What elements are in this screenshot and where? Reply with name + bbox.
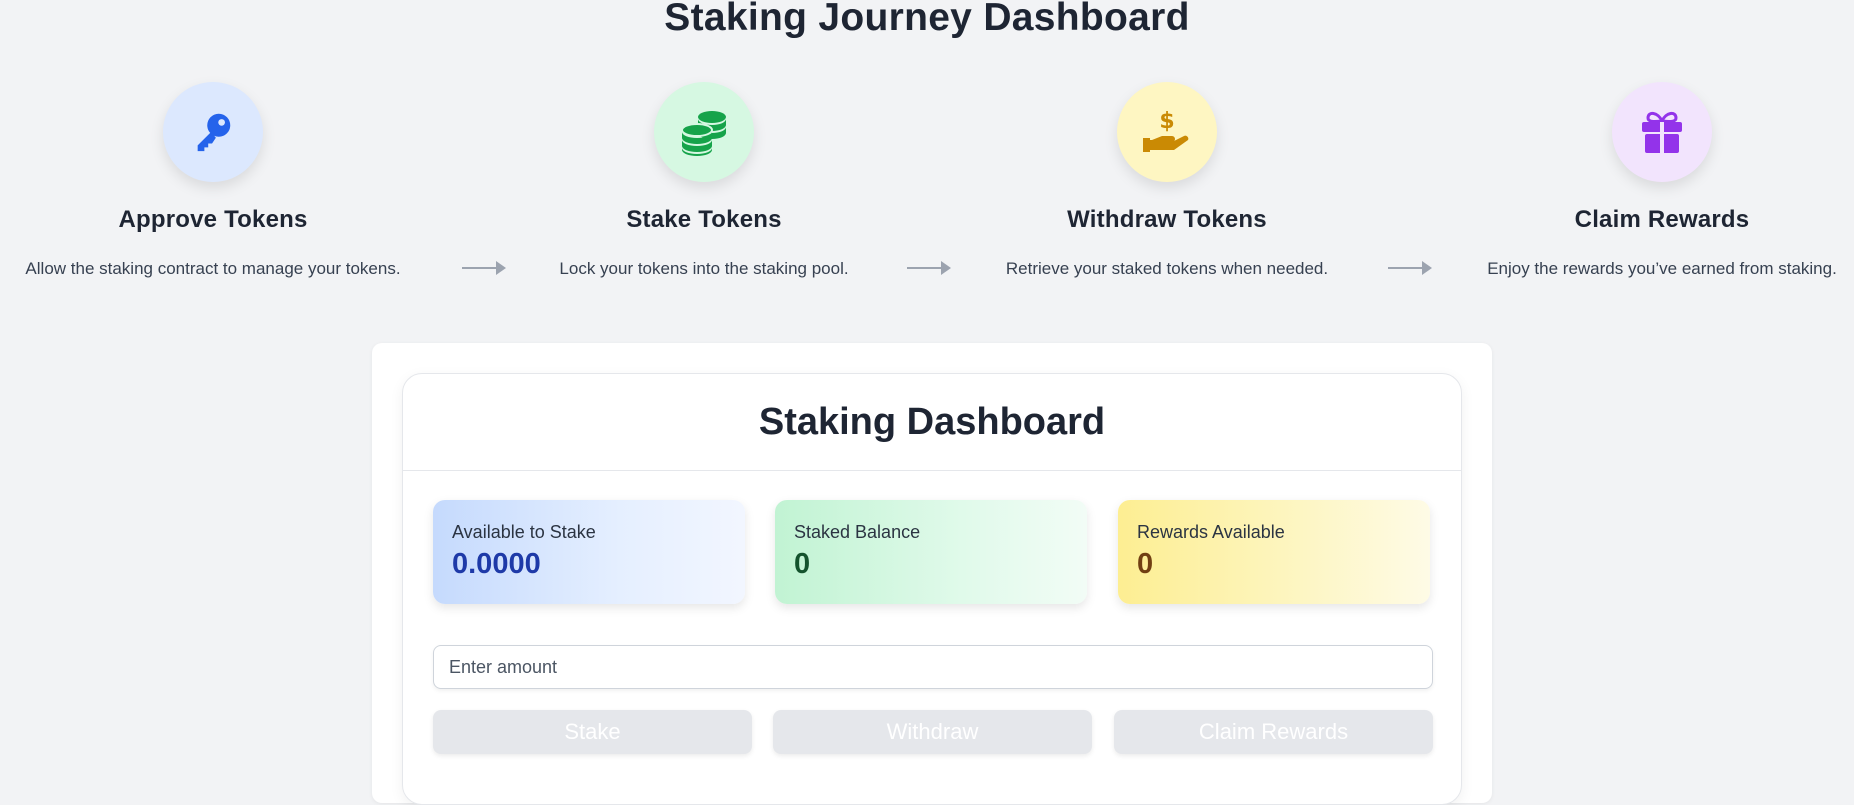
stat-label: Rewards Available bbox=[1137, 522, 1285, 542]
coins-icon bbox=[681, 111, 726, 156]
coins-icon-circle bbox=[654, 82, 754, 182]
hand-dollar-icon: $ bbox=[1143, 109, 1189, 152]
step-description: Lock your tokens into the staking pool. bbox=[559, 259, 849, 278]
dashboard-container: Staking Dashboard Available to Stake 0.0… bbox=[372, 343, 1492, 805]
svg-text:$: $ bbox=[1159, 109, 1174, 134]
withdraw-button[interactable]: Withdraw bbox=[773, 710, 1092, 754]
dashboard-header: Staking Dashboard bbox=[403, 374, 1461, 471]
journey-step-claim: Claim Rewards Enjoy the rewards you’ve e… bbox=[1452, 82, 1854, 279]
stat-label: Staked Balance bbox=[794, 522, 921, 542]
step-title: Approve Tokens bbox=[118, 206, 308, 233]
rewards-available-card: Rewards Available 0 bbox=[1118, 500, 1430, 604]
journey-step-stake: Stake Tokens Lock your tokens into the s… bbox=[494, 82, 914, 279]
dashboard-title: Staking Dashboard bbox=[758, 400, 1106, 443]
available-to-stake-card: Available to Stake 0.0000 bbox=[433, 500, 745, 604]
gift-icon-circle bbox=[1612, 82, 1712, 182]
step-description: Retrieve your staked tokens when needed. bbox=[1005, 259, 1329, 278]
stake-button[interactable]: Stake bbox=[433, 710, 752, 754]
step-title: Claim Rewards bbox=[1574, 206, 1750, 233]
step-title: Stake Tokens bbox=[626, 206, 782, 233]
journey-step-approve: Approve Tokens Allow the staking contrac… bbox=[3, 82, 423, 279]
stat-value: 0 bbox=[794, 548, 811, 580]
page-title: Staking Journey Dashboard bbox=[664, 0, 1190, 39]
step-description: Enjoy the rewards you’ve earned from sta… bbox=[1487, 259, 1837, 278]
stats-row: Available to Stake 0.0000 Staked Balance… bbox=[433, 500, 1433, 604]
step-description: Allow the staking contract to manage you… bbox=[25, 259, 401, 278]
stat-value: 0 bbox=[1137, 548, 1154, 580]
hand-dollar-icon-circle: $ bbox=[1117, 82, 1217, 182]
action-buttons: Stake Withdraw Claim Rewards bbox=[433, 710, 1433, 756]
key-icon-circle bbox=[163, 82, 263, 182]
staking-journey: Approve Tokens Allow the staking contrac… bbox=[0, 82, 1854, 302]
key-icon bbox=[197, 113, 231, 152]
gift-icon bbox=[1642, 112, 1682, 153]
step-title: Withdraw Tokens bbox=[1067, 206, 1267, 233]
staked-balance-card: Staked Balance 0 bbox=[775, 500, 1087, 604]
stat-value: 0.0000 bbox=[452, 548, 541, 580]
amount-input[interactable] bbox=[433, 645, 1433, 689]
stat-label: Available to Stake bbox=[452, 522, 596, 542]
claim-rewards-button[interactable]: Claim Rewards bbox=[1114, 710, 1433, 754]
journey-step-withdraw: $ Withdraw Tokens Retrieve your staked t… bbox=[957, 82, 1377, 279]
staking-dashboard-card: Staking Dashboard Available to Stake 0.0… bbox=[402, 373, 1462, 805]
